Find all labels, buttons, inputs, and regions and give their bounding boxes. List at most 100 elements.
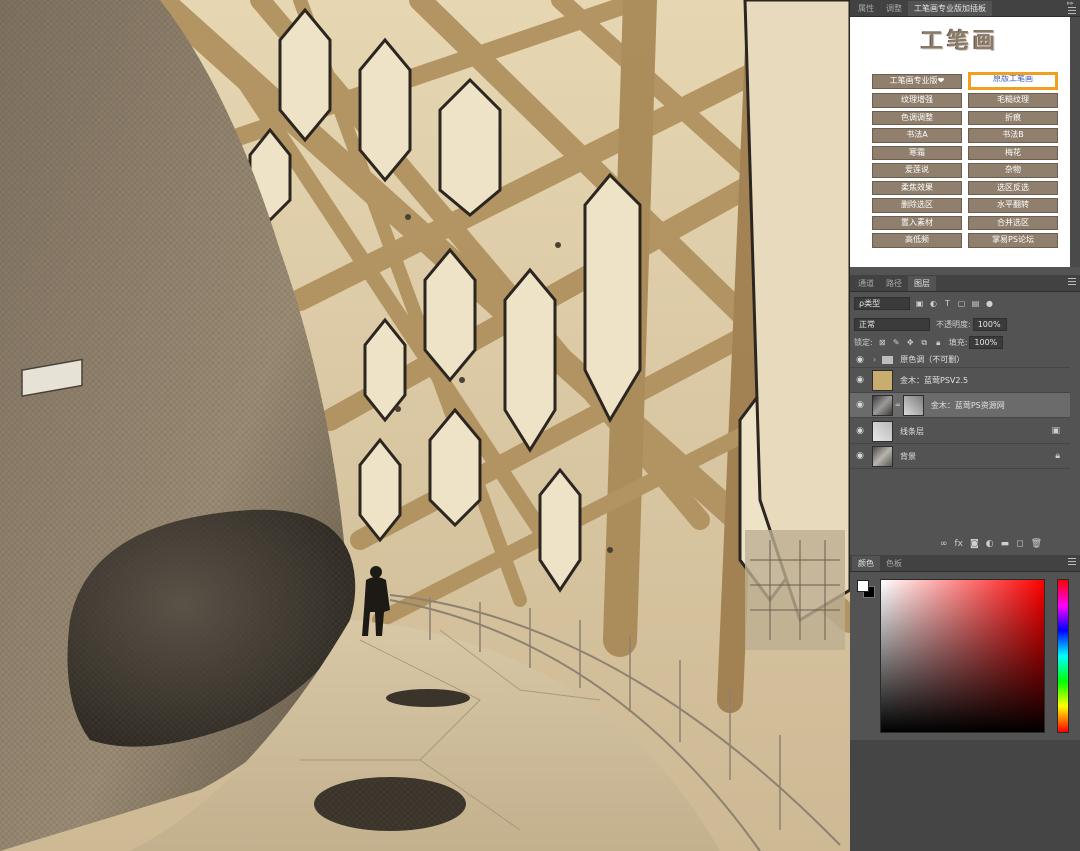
color-picker-field[interactable] [880, 579, 1045, 733]
foreground-color-swatch[interactable] [857, 580, 869, 592]
layer-thumbnail [872, 394, 893, 416]
collapse-icon[interactable]: ▸▸ [1067, 0, 1074, 7]
filter-toggle-icon[interactable]: ● [985, 299, 994, 308]
layer-name: 金木：蓝莺PS资源网 [930, 400, 1005, 410]
lock-brush-icon[interactable]: ✎ [892, 338, 901, 347]
tab-swatches[interactable]: 色板 [880, 556, 908, 571]
plugin-button[interactable]: 柔焦效果 [872, 180, 962, 195]
layer-name: 金木：蓝莺PSV2.5 [900, 375, 969, 385]
layer-thumbnail [872, 420, 893, 442]
plugin-button[interactable]: 删除选区 [872, 198, 962, 213]
lock-all-icon[interactable]: 🔒︎ [934, 338, 943, 347]
layer-filter-row: ρ类型 ▣ ◐ T ▢ ▤ ● [850, 295, 1070, 311]
tab-channels[interactable]: 通道 [852, 276, 880, 291]
filter-adjust-icon[interactable]: ◐ [929, 299, 938, 308]
plugin-button[interactable]: 爱莲说 [872, 163, 962, 178]
lock-transparent-icon[interactable]: ⊠ [878, 338, 887, 347]
plugin-button[interactable]: 书法B [968, 128, 1058, 143]
plugin-button[interactable]: 工笔画专业版❤ [872, 74, 962, 89]
layer-name: 原色调（不可删） [900, 355, 965, 364]
visibility-eye-icon[interactable]: ◉ [850, 375, 870, 385]
layer-name: 背景 [900, 451, 916, 461]
expand-chevron-icon[interactable]: › [873, 355, 876, 364]
document-canvas[interactable] [0, 0, 850, 851]
plugin-button[interactable]: 掌易PS论坛 [968, 233, 1058, 248]
layer-row-group[interactable]: ◉ › 原色调（不可删） [850, 352, 1070, 368]
plugin-button[interactable]: 纹理增强 [872, 93, 962, 108]
mask-icon[interactable]: ◙ [970, 539, 979, 549]
layers-panel: 通道 路径 图层 ρ类型 ▣ ◐ T ▢ ▤ ● 正常 不透明度: 100% 锁… [850, 275, 1080, 555]
layers-tabbar: 通道 路径 图层 [850, 275, 1080, 292]
layers-footer: ∞ fx ◙ ◐ ▬ ◻ 🗑︎ [940, 539, 1042, 549]
layer-filter-select[interactable]: ρ类型 [854, 296, 910, 310]
smart-object-icon: ▣ [1051, 426, 1060, 436]
lock-move-icon[interactable]: ✥ [906, 338, 915, 347]
plugin-tabbar: 属性 调整 工笔画专业版加插板 ▸▸ [850, 0, 1080, 17]
tab-paths[interactable]: 路径 [880, 276, 908, 291]
layer-row-texture[interactable]: ◉ 线条层 ▣ [850, 419, 1070, 444]
blend-row: 正常 不透明度: 100% [850, 316, 1070, 332]
plugin-button[interactable]: 梅花 [968, 145, 1058, 160]
mask-thumbnail [902, 394, 924, 416]
fx-icon[interactable]: fx [955, 539, 964, 549]
color-panel: 颜色 色板 [850, 555, 1080, 740]
chain-link-icon[interactable]: ∞ [895, 401, 901, 409]
tab-properties[interactable]: 属性 [852, 1, 880, 16]
plugin-button[interactable]: 毛糙纹理 [968, 93, 1058, 108]
fill-field[interactable]: 100% [969, 335, 1004, 349]
plugin-scrollbar[interactable] [1070, 17, 1080, 267]
lock-label: 锁定: [854, 337, 873, 347]
layer-row-background[interactable]: ◉ 背景 🔒︎ [850, 444, 1070, 469]
right-panel: 属性 调整 工笔画专业版加插板 ▸▸ 工笔画 工笔画专业版❤ 原版工笔画 纹理增强毛… [850, 0, 1080, 851]
canvas-image [0, 0, 850, 851]
visibility-eye-icon[interactable]: ◉ [850, 426, 870, 436]
layers-menu-icon[interactable] [1068, 278, 1076, 286]
plugin-button[interactable]: 寒霜 [872, 145, 962, 160]
tab-color[interactable]: 颜色 [852, 556, 880, 571]
opacity-label: 不透明度: [936, 319, 971, 329]
panel-menu-icon[interactable] [1068, 7, 1076, 15]
plugin-button[interactable]: 色调调整 [872, 110, 962, 125]
visibility-eye-icon[interactable]: ◉ [850, 400, 870, 410]
layer-thumbnail [872, 369, 893, 391]
plugin-title: 工笔画 [920, 28, 999, 54]
plugin-button[interactable]: 杂物 [968, 163, 1058, 178]
hue-slider[interactable] [1057, 579, 1069, 733]
plugin-button[interactable]: 书法A [872, 128, 962, 143]
plugin-button-grid: 工笔画专业版❤ 原版工笔画 纹理增强 毛糙纹理 色调调整 折痕 书法A 书法B 寒霜 梅花 爱莲说杂… [872, 72, 1058, 248]
plugin-button[interactable]: 高低频 [872, 233, 962, 248]
plugin-button[interactable]: 置入素材 [872, 215, 962, 230]
plugin-button[interactable]: 折痕 [968, 110, 1058, 125]
adjustment-icon[interactable]: ◐ [986, 539, 994, 549]
lock-icon: 🔒︎ [1055, 451, 1060, 461]
fill-label: 填充: [948, 337, 968, 347]
filter-pixel-icon[interactable]: ▣ [915, 299, 924, 308]
new-layer-icon[interactable]: ◻ [1016, 539, 1023, 549]
visibility-eye-icon[interactable]: ◉ [850, 355, 870, 365]
lock-row: 锁定: ⊠ ✎ ✥ ⧉ 🔒︎ 填充: 100% [850, 334, 1070, 350]
plugin-button[interactable]: 原版工笔画 [968, 72, 1058, 90]
tab-plugin[interactable]: 工笔画专业版加插板 [908, 1, 992, 16]
trash-icon[interactable]: 🗑︎ [1031, 539, 1042, 549]
tab-layers[interactable]: 图层 [908, 276, 936, 291]
color-menu-icon[interactable] [1068, 558, 1076, 566]
folder-icon [882, 355, 894, 364]
lock-artboard-icon[interactable]: ⧉ [920, 338, 929, 347]
color-tabbar: 颜色 色板 [850, 555, 1080, 572]
plugin-panel: 工笔画 工笔画专业版❤ 原版工笔画 纹理增强 毛糙纹理 色调调整 折痕 书法A 书法B 寒霜 梅花… [850, 17, 1070, 267]
plugin-button[interactable]: 合并选区 [968, 215, 1058, 230]
layer-row-mask[interactable]: ◉ ∞ 金木：蓝莺PS资源网 [850, 393, 1070, 418]
opacity-field[interactable]: 100% [972, 317, 1007, 331]
link-icon[interactable]: ∞ [940, 539, 948, 549]
folder-icon[interactable]: ▬ [1001, 539, 1010, 549]
visibility-eye-icon[interactable]: ◉ [850, 451, 870, 461]
filter-smart-icon[interactable]: ▤ [971, 299, 980, 308]
tab-adjustments[interactable]: 调整 [880, 1, 908, 16]
plugin-button[interactable]: 选区反选 [968, 180, 1058, 195]
layer-row-fill[interactable]: ◉ 金木：蓝莺PSV2.5 [850, 368, 1070, 393]
filter-type-icon[interactable]: T [943, 299, 952, 308]
plugin-button[interactable]: 水平翻转 [968, 198, 1058, 213]
blend-mode-select[interactable]: 正常 [854, 317, 930, 331]
panel-empty-area [850, 740, 1080, 851]
filter-shape-icon[interactable]: ▢ [957, 299, 966, 308]
